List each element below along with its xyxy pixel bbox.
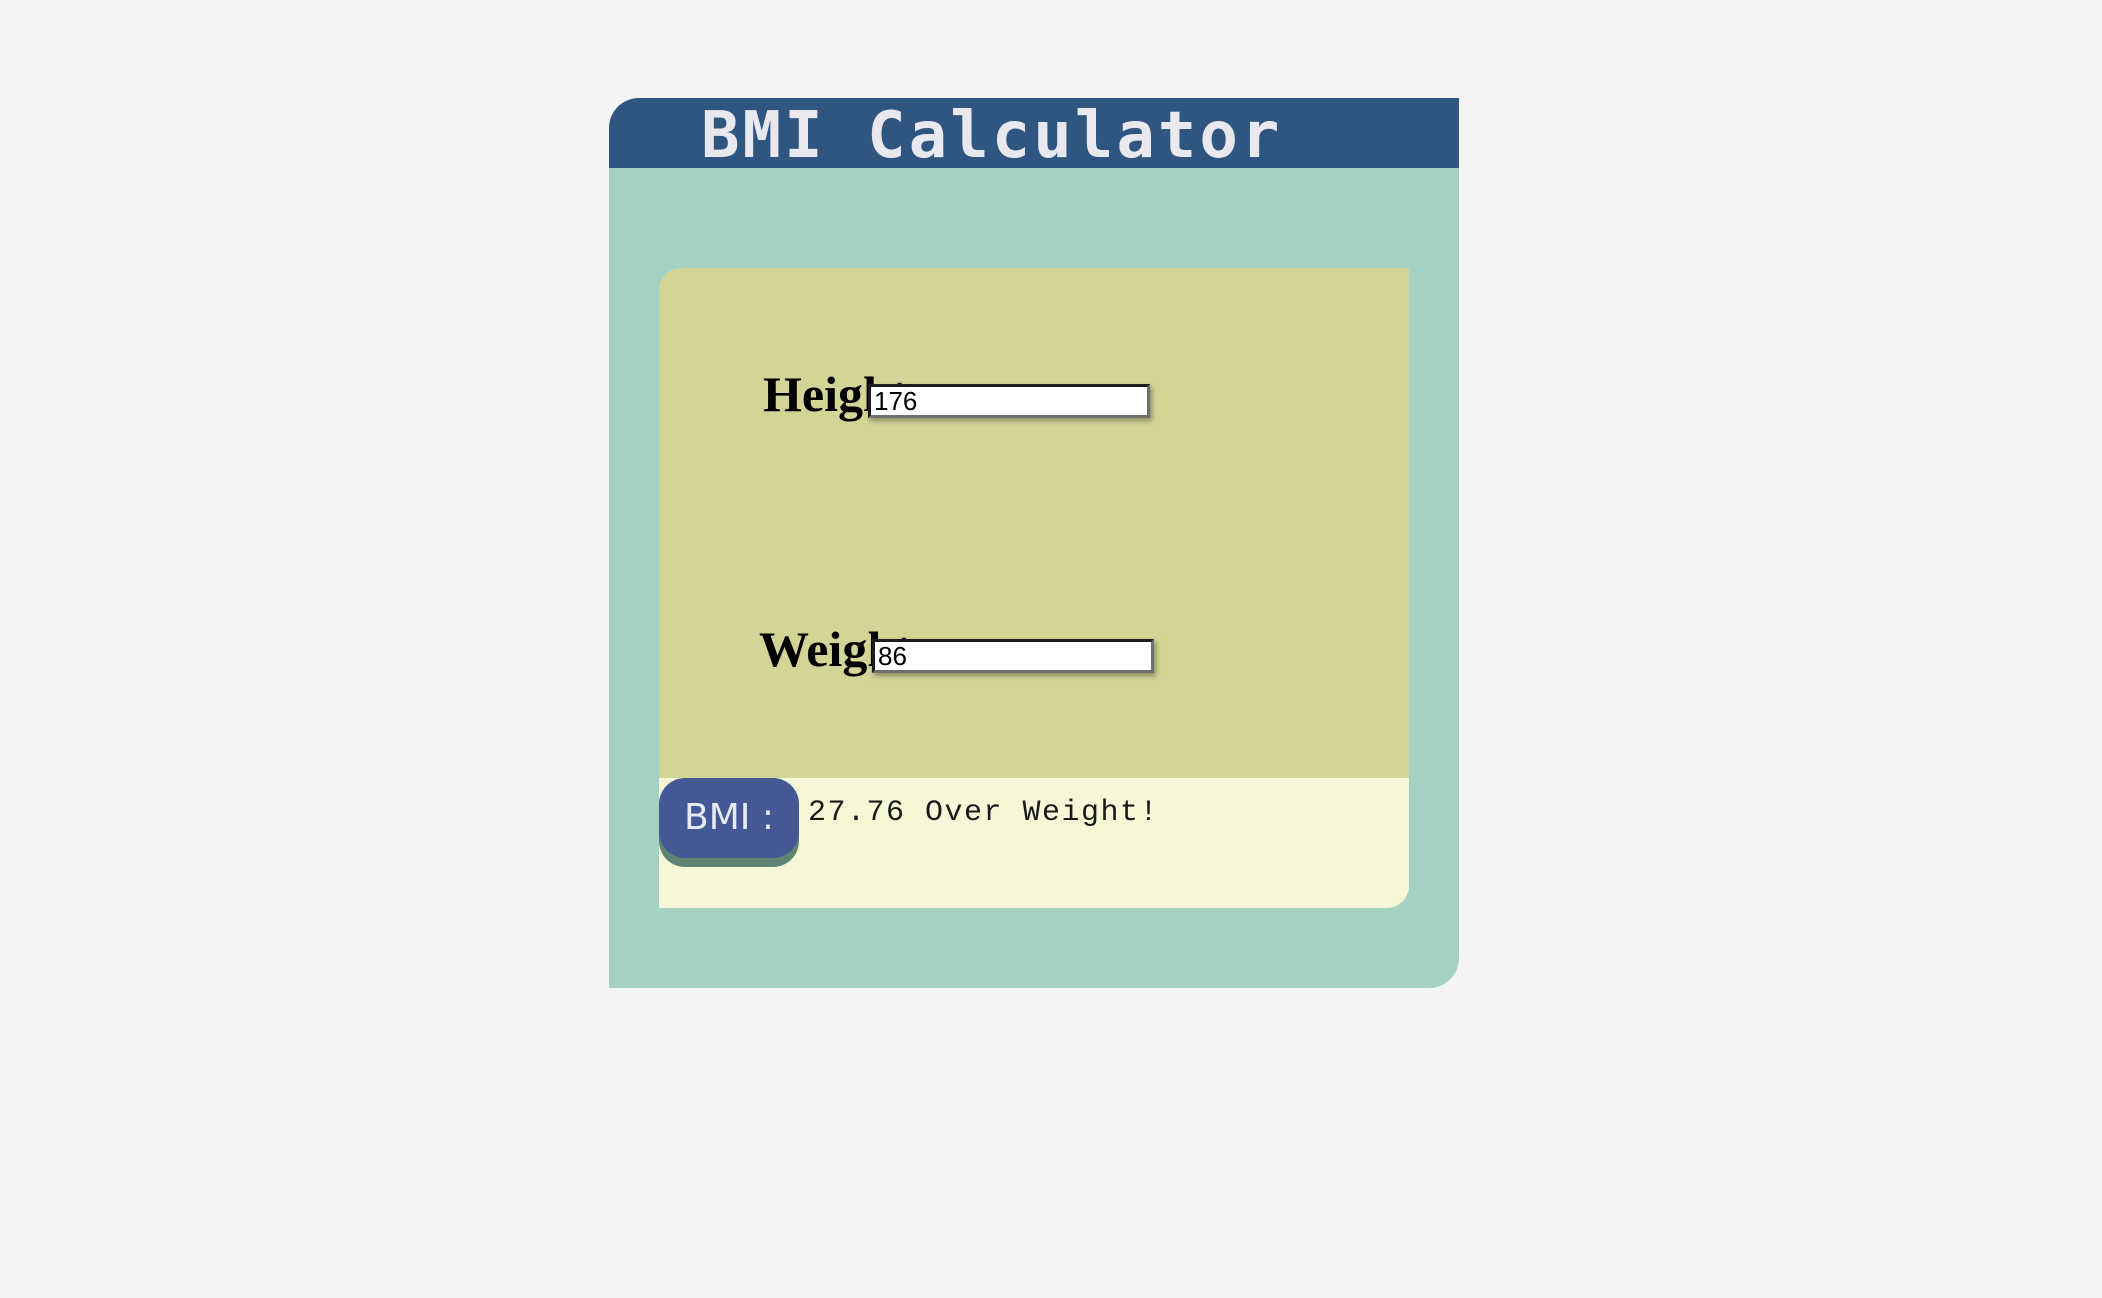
height-input[interactable]: [868, 384, 1150, 418]
app-title: BMI Calculator: [701, 99, 1283, 168]
bmi-calculator-card: BMI Calculator Height: Weight: BMI : 27.…: [609, 98, 1459, 988]
bmi-result-text: 27.76 Over Weight!: [808, 796, 1160, 830]
result-panel: BMI : 27.76 Over Weight!: [659, 778, 1409, 908]
input-form-panel: Height: Weight:: [659, 268, 1409, 778]
weight-input[interactable]: [872, 639, 1154, 673]
bmi-calculate-button[interactable]: BMI :: [659, 778, 799, 858]
header-bar: BMI Calculator: [609, 98, 1459, 168]
